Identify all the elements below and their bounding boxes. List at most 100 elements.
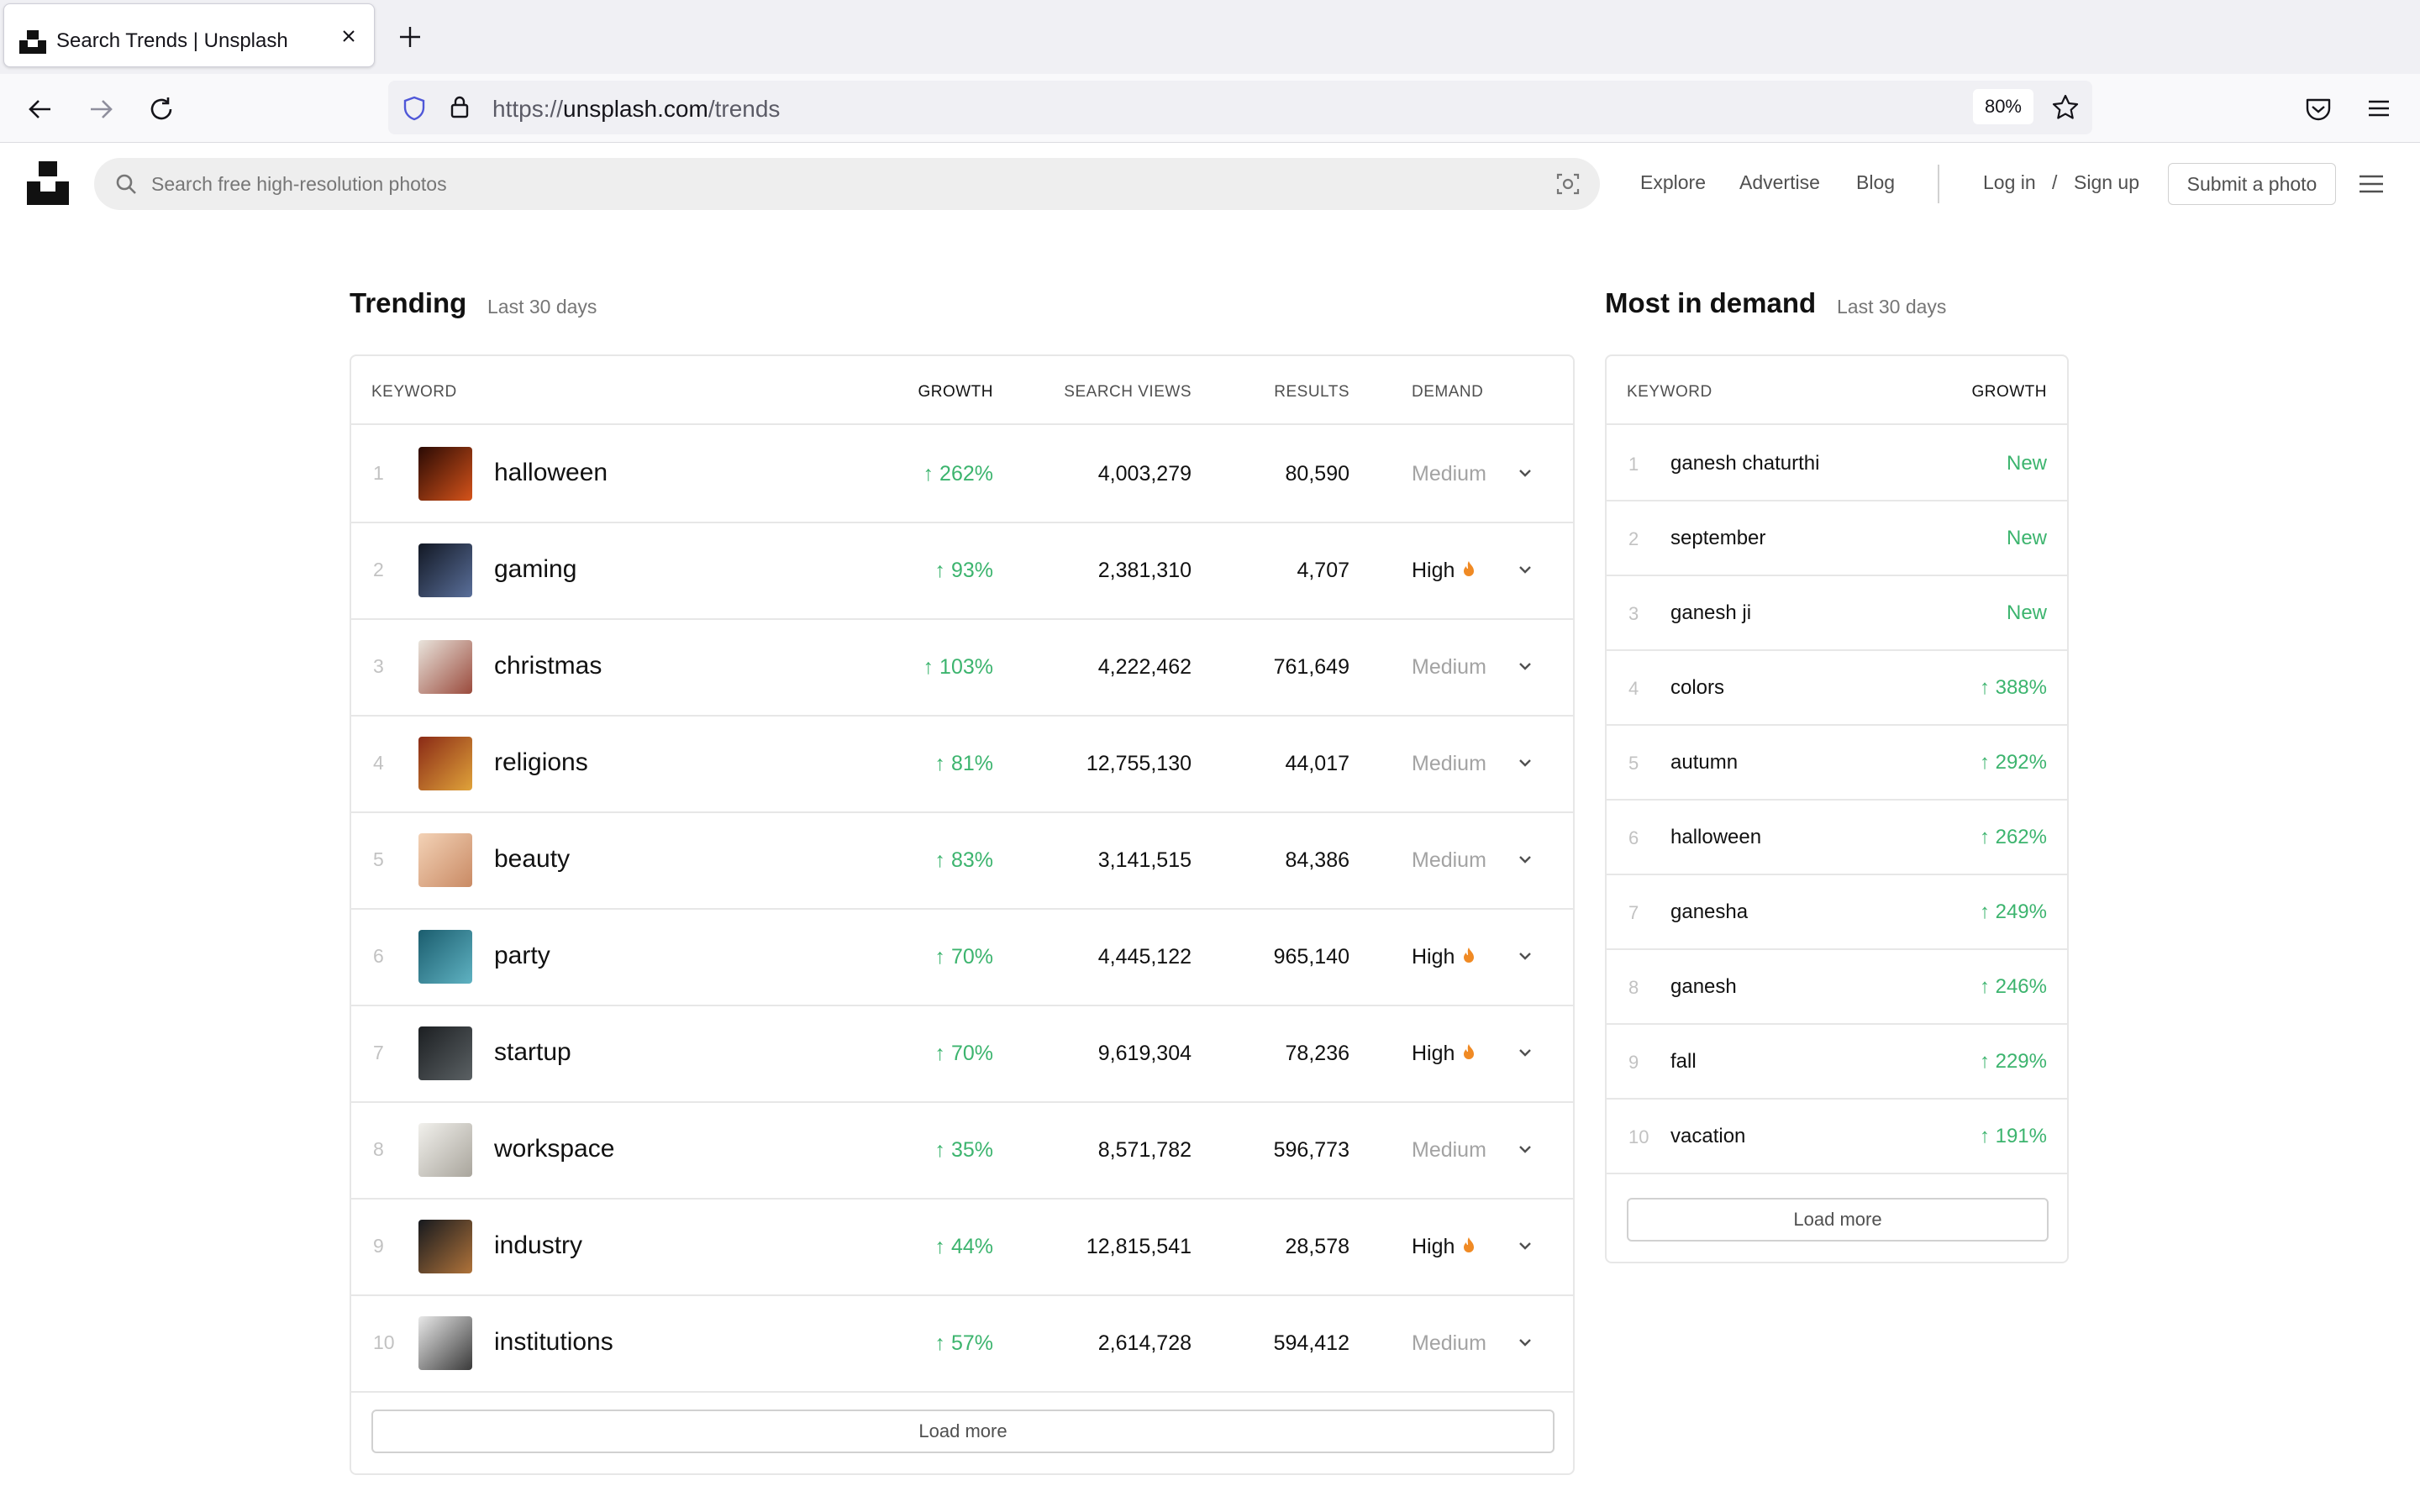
keyword-thumbnail[interactable] <box>418 640 472 694</box>
demand-label: Medium <box>1412 1331 1486 1355</box>
keyword-thumbnail[interactable] <box>418 1123 472 1177</box>
table-row[interactable]: 4 religions ↑ 81% 12,755,130 44,017 Medium <box>351 717 1573 813</box>
table-row[interactable]: 8 workspace ↑ 35% 8,571,782 596,773 Medium <box>351 1103 1573 1200</box>
table-row[interactable]: 7 startup ↑ 70% 9,619,304 78,236 High <box>351 1006 1573 1103</box>
table-row[interactable]: 1 halloween ↑ 262% 4,003,279 80,590 Medium <box>351 427 1573 523</box>
chevron-down-icon[interactable] <box>1516 753 1534 772</box>
url-text[interactable]: https://unsplash.com/trends <box>492 96 780 123</box>
keyword-link[interactable]: halloween <box>494 459 608 487</box>
keyword-link[interactable]: gaming <box>494 555 576 584</box>
unsplash-logo[interactable] <box>27 161 69 205</box>
keyword-link[interactable]: ganesh ji <box>1670 601 1751 625</box>
chevron-down-icon[interactable] <box>1516 1236 1534 1255</box>
list-item[interactable]: 10 vacation ↑ 191% <box>1607 1100 2067 1174</box>
keyword-link[interactable]: party <box>494 942 550 970</box>
star-icon[interactable] <box>2050 92 2081 123</box>
keyword-link[interactable]: workspace <box>494 1135 614 1163</box>
search-input[interactable]: Search free high-resolution photos <box>151 173 447 196</box>
forward-icon[interactable] <box>84 92 118 126</box>
nav-blog-link[interactable]: Blog <box>1856 171 1895 194</box>
table-row[interactable]: 9 industry ↑ 44% 12,815,541 28,578 High <box>351 1200 1573 1296</box>
keyword-thumbnail[interactable] <box>418 737 472 790</box>
keyword-link[interactable]: autumn <box>1670 751 1738 774</box>
column-growth[interactable]: GROWTH <box>918 383 993 402</box>
list-item[interactable]: 2 september New <box>1607 501 2067 576</box>
menu-icon[interactable] <box>2363 92 2395 124</box>
keyword-link[interactable]: institutions <box>494 1328 613 1357</box>
keyword-link[interactable]: religions <box>494 748 588 777</box>
row-rank: 3 <box>373 655 384 677</box>
lock-icon[interactable] <box>445 92 474 121</box>
column-demand[interactable]: DEMAND <box>1412 383 1483 402</box>
column-search-views[interactable]: SEARCH VIEWS <box>1064 383 1192 402</box>
growth-value: ↑ 292% <box>1979 751 2047 774</box>
keyword-thumbnail[interactable] <box>418 1220 472 1273</box>
table-row[interactable]: 5 beauty ↑ 83% 3,141,515 84,386 Medium <box>351 813 1573 910</box>
demand-load-more-button[interactable]: Load more <box>1627 1198 2049 1242</box>
reload-icon[interactable] <box>145 92 178 126</box>
table-row[interactable]: 6 party ↑ 70% 4,445,122 965,140 High <box>351 910 1573 1006</box>
list-item[interactable]: 3 ganesh ji New <box>1607 576 2067 651</box>
plus-icon[interactable] <box>395 22 425 52</box>
chevron-down-icon[interactable] <box>1516 1043 1534 1062</box>
list-item[interactable]: 8 ganesh ↑ 246% <box>1607 950 2067 1025</box>
list-item[interactable]: 4 colors ↑ 388% <box>1607 651 2067 726</box>
column-results[interactable]: RESULTS <box>1274 383 1349 402</box>
keyword-thumbnail[interactable] <box>418 833 472 887</box>
keyword-link[interactable]: halloween <box>1670 826 1761 849</box>
demand-label: Medium <box>1412 752 1486 775</box>
keyword-thumbnail[interactable] <box>418 930 472 984</box>
keyword-link[interactable]: industry <box>494 1231 582 1260</box>
hamburger-menu-icon[interactable] <box>2358 171 2385 197</box>
keyword-link[interactable]: fall <box>1670 1050 1697 1074</box>
nav-explore-link[interactable]: Explore <box>1640 171 1706 194</box>
close-icon[interactable] <box>335 23 362 50</box>
chevron-down-icon[interactable] <box>1516 464 1534 482</box>
growth-value: New <box>2006 452 2047 475</box>
demand-badge: Medium <box>1412 462 1486 486</box>
list-item[interactable]: 5 autumn ↑ 292% <box>1607 726 2067 801</box>
keyword-thumbnail[interactable] <box>418 447 472 501</box>
chevron-down-icon[interactable] <box>1516 560 1534 579</box>
keyword-link[interactable]: ganesh chaturthi <box>1670 452 1819 475</box>
search-bar[interactable]: Search free high-resolution photos <box>94 158 1600 210</box>
keyword-link[interactable]: startup <box>494 1038 571 1067</box>
visual-search-icon[interactable] <box>1555 171 1581 197</box>
keyword-link[interactable]: september <box>1670 527 1765 550</box>
list-item[interactable]: 6 halloween ↑ 262% <box>1607 801 2067 875</box>
pocket-icon[interactable] <box>2302 92 2334 124</box>
search-views-value: 4,222,462 <box>1097 655 1192 679</box>
chevron-down-icon[interactable] <box>1516 850 1534 869</box>
table-row[interactable]: 2 gaming ↑ 93% 2,381,310 4,707 High <box>351 523 1573 620</box>
keyword-thumbnail[interactable] <box>418 543 472 597</box>
keyword-link[interactable]: colors <box>1670 676 1724 700</box>
keyword-link[interactable]: ganesh <box>1670 975 1737 999</box>
browser-tab[interactable]: Search Trends | Unsplash <box>3 3 375 67</box>
submit-photo-button[interactable]: Submit a photo <box>2168 163 2336 205</box>
keyword-link[interactable]: vacation <box>1670 1125 1745 1148</box>
keyword-link[interactable]: beauty <box>494 845 570 874</box>
chevron-down-icon[interactable] <box>1516 1140 1534 1158</box>
keyword-link[interactable]: ganesha <box>1670 900 1748 924</box>
search-icon[interactable] <box>114 172 138 196</box>
table-row[interactable]: 10 institutions ↑ 57% 2,614,728 594,412 Mediu… <box>351 1296 1573 1393</box>
login-link[interactable]: Log in <box>1983 171 2036 194</box>
zoom-level-badge[interactable]: 80% <box>1972 89 2033 124</box>
keyword-thumbnail[interactable] <box>418 1026 472 1080</box>
keyword-link[interactable]: christmas <box>494 652 602 680</box>
shield-icon[interactable] <box>400 94 429 123</box>
list-item[interactable]: 9 fall ↑ 229% <box>1607 1025 2067 1100</box>
row-rank: 4 <box>1628 678 1639 699</box>
back-icon[interactable] <box>24 92 57 126</box>
url-bar[interactable]: https://unsplash.com/trends 80% <box>388 81 2092 134</box>
keyword-thumbnail[interactable] <box>418 1316 472 1370</box>
table-row[interactable]: 3 christmas ↑ 103% 4,222,462 761,649 Medium <box>351 620 1573 717</box>
signup-link[interactable]: Sign up <box>2074 171 2139 194</box>
chevron-down-icon[interactable] <box>1516 947 1534 965</box>
nav-advertise-link[interactable]: Advertise <box>1739 171 1820 194</box>
chevron-down-icon[interactable] <box>1516 657 1534 675</box>
trending-load-more-button[interactable]: Load more <box>371 1410 1555 1453</box>
chevron-down-icon[interactable] <box>1516 1333 1534 1352</box>
list-item[interactable]: 7 ganesha ↑ 249% <box>1607 875 2067 950</box>
list-item[interactable]: 1 ganesh chaturthi New <box>1607 427 2067 501</box>
